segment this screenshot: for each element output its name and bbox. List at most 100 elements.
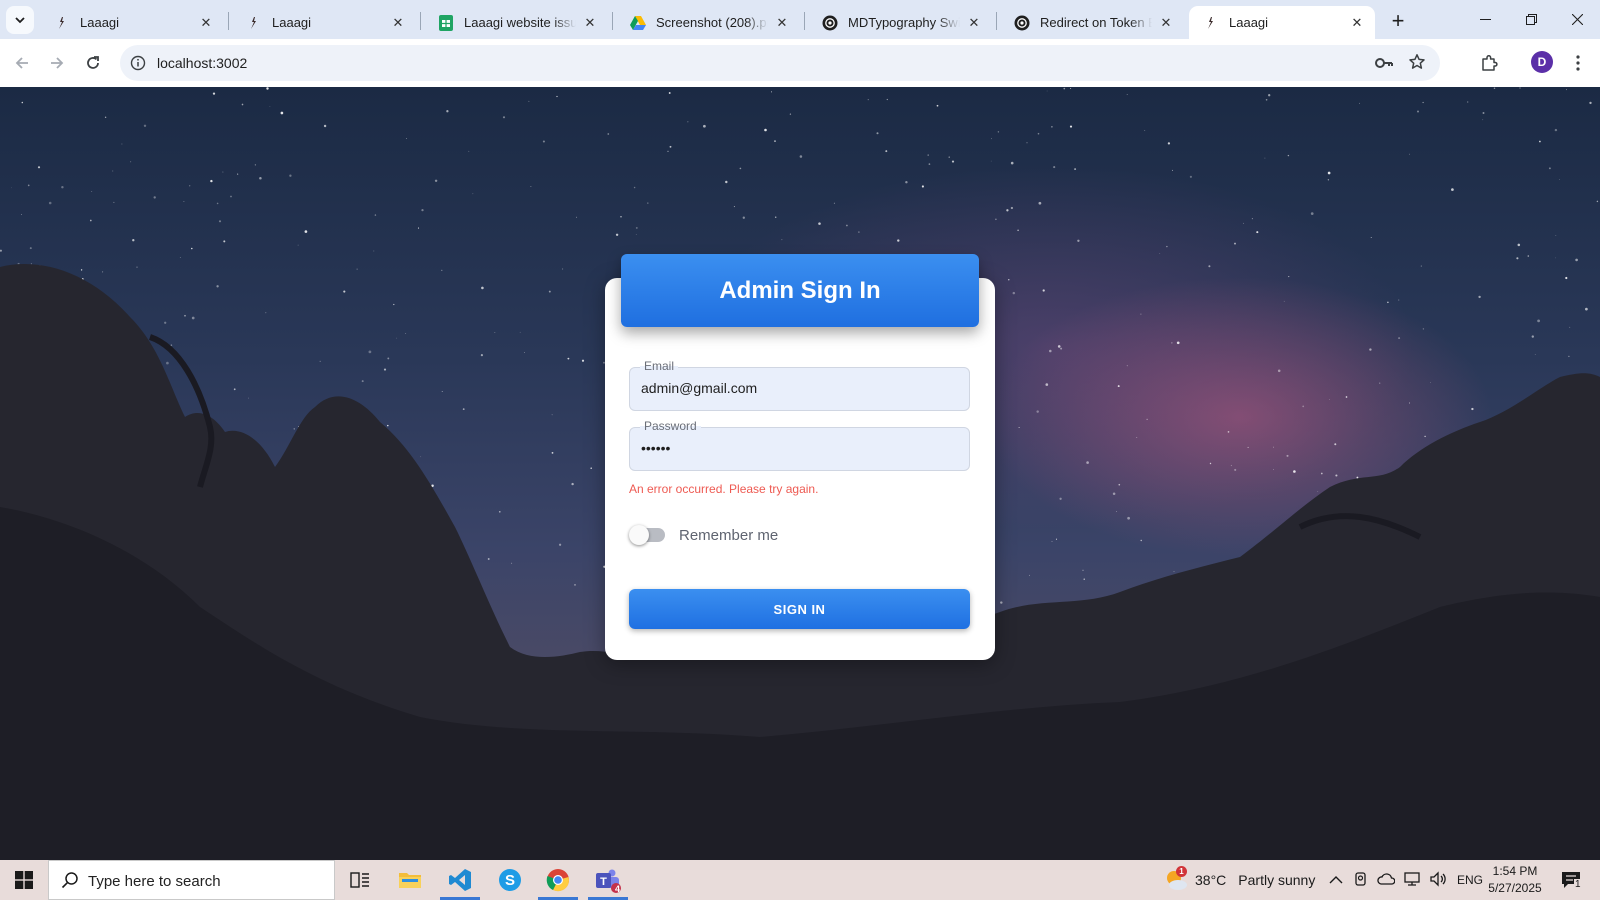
email-field[interactable]: Email: [629, 359, 970, 411]
close-tab-icon[interactable]: ✕: [1349, 15, 1365, 31]
tab-title: Laaagi: [272, 15, 312, 30]
skype-button[interactable]: S: [486, 860, 534, 900]
close-tab-icon[interactable]: ✕: [198, 15, 214, 31]
svg-text:T: T: [600, 876, 607, 888]
file-explorer-icon: [399, 873, 421, 888]
file-explorer-button[interactable]: [386, 860, 434, 900]
laaagi-favicon: [246, 15, 262, 31]
chevron-up-icon[interactable]: [1329, 872, 1343, 888]
site-info-icon[interactable]: [128, 53, 148, 73]
close-tab-icon[interactable]: ✕: [774, 15, 790, 31]
meet-camera-icon[interactable]: [1353, 871, 1369, 890]
tab-laaagi-1[interactable]: Laaagi ✕: [40, 6, 224, 39]
network-icon[interactable]: [1403, 871, 1421, 890]
teams-badge: 4: [615, 884, 621, 894]
close-tab-icon[interactable]: ✕: [1158, 15, 1174, 31]
reload-icon: [87, 56, 99, 69]
close-tab-icon[interactable]: ✕: [966, 15, 982, 31]
remember-me-toggle[interactable]: [629, 525, 665, 545]
sign-in-button[interactable]: SIGN IN: [629, 589, 970, 629]
tab-divider: [996, 12, 997, 30]
tab-chatgpt-1[interactable]: MDTypography Switch ✕: [808, 6, 992, 39]
restore-icon: [1525, 14, 1537, 25]
arrow-right-icon: [51, 57, 64, 69]
puzzle-icon: [1482, 54, 1498, 71]
close-tab-icon[interactable]: ✕: [390, 15, 406, 31]
laaagi-favicon: [54, 15, 70, 31]
close-tab-icon[interactable]: ✕: [582, 15, 598, 31]
task-view-icon: [350, 872, 369, 888]
system-clock[interactable]: 1:54 PM 5/27/2025: [1484, 863, 1546, 897]
browser-toolbar: localhost:3002 D: [0, 39, 1600, 87]
new-tab-button[interactable]: +: [1384, 7, 1412, 35]
arrow-left-icon: [15, 57, 28, 69]
back-button[interactable]: [6, 47, 38, 79]
password-input[interactable]: [641, 440, 956, 456]
taskbar-search[interactable]: Type here to search: [48, 860, 335, 900]
sign-in-title: Admin Sign In: [621, 254, 979, 327]
browser-menu-button[interactable]: [1566, 51, 1590, 75]
notification-center-button[interactable]: 1: [1556, 866, 1586, 894]
tab-title: Laaagi: [1229, 15, 1269, 30]
svg-text:S: S: [505, 872, 515, 889]
tab-divider: [228, 12, 229, 30]
tab-title: Laaagi website issue - G: [464, 15, 576, 30]
address-bar[interactable]: localhost:3002: [120, 45, 1440, 81]
remember-me-label[interactable]: Remember me: [679, 527, 778, 544]
reload-button[interactable]: [77, 47, 109, 79]
weather-widget[interactable]: 1 38°C Partly sunny: [1163, 860, 1315, 900]
tab-chatgpt-2[interactable]: Redirect on Token Expi ✕: [1000, 6, 1184, 39]
google-drive-icon: [630, 15, 646, 31]
bookmark-star-icon[interactable]: [1408, 53, 1426, 76]
search-placeholder: Type here to search: [88, 873, 221, 890]
more-vertical-icon: [1576, 55, 1580, 71]
tab-title: Redirect on Token Expi: [1040, 15, 1152, 30]
clock-time: 1:54 PM: [1492, 864, 1538, 878]
profile-avatar[interactable]: D: [1531, 51, 1553, 73]
password-field[interactable]: Password: [629, 419, 970, 471]
chrome-icon: [546, 869, 569, 892]
forward-button[interactable]: [41, 47, 73, 79]
windows-logo-icon: [15, 871, 33, 889]
chrome-button[interactable]: [534, 860, 582, 900]
error-message: An error occurred. Please try again.: [629, 482, 819, 496]
weather-text: Partly sunny: [1238, 872, 1316, 888]
minimize-button[interactable]: [1462, 0, 1508, 39]
close-window-button[interactable]: [1554, 0, 1600, 39]
restore-button[interactable]: [1508, 0, 1554, 39]
tab-sheets[interactable]: Laaagi website issue - G ✕: [424, 6, 608, 39]
language-indicator[interactable]: ENG: [1457, 873, 1483, 887]
onedrive-cloud-icon[interactable]: [1377, 872, 1396, 888]
vscode-button[interactable]: [436, 860, 484, 900]
tab-divider: [420, 12, 421, 30]
windows-taskbar: Type here to search S T 4 1 38°C Partly …: [0, 860, 1600, 900]
tab-laaagi-2[interactable]: Laaagi ✕: [232, 6, 416, 39]
toggle-knob: [629, 525, 649, 545]
password-key-icon[interactable]: [1374, 54, 1394, 77]
vscode-icon: [449, 869, 471, 891]
login-page: Admin Sign In Email Password An error oc…: [0, 87, 1600, 860]
tab-drive[interactable]: Screenshot (208).png - G ✕: [616, 6, 800, 39]
tab-title: MDTypography Switch: [848, 15, 960, 30]
volume-icon[interactable]: [1429, 870, 1447, 890]
url-text: localhost:3002: [157, 55, 248, 71]
teams-button[interactable]: T 4: [584, 860, 632, 900]
notification-count: 1: [1574, 879, 1582, 890]
tab-divider: [804, 12, 805, 30]
openai-icon: [1014, 15, 1030, 31]
tab-search-button[interactable]: [6, 6, 34, 34]
skype-icon: S: [499, 869, 521, 891]
tab-title: Screenshot (208).png - G: [656, 15, 768, 30]
tab-strip: Laaagi ✕ Laaagi ✕ Laaagi website issue -…: [0, 0, 1600, 39]
tab-divider: [612, 12, 613, 30]
close-icon: [1571, 14, 1583, 25]
plus-icon: +: [1391, 8, 1405, 33]
email-input[interactable]: [641, 380, 956, 396]
minimize-icon: [1479, 19, 1491, 20]
clock-date: 5/27/2025: [1488, 881, 1542, 895]
start-button[interactable]: [0, 860, 48, 900]
task-view-button[interactable]: [336, 860, 384, 900]
tab-laaagi-active[interactable]: Laaagi ✕: [1189, 6, 1375, 39]
laaagi-favicon: [1203, 15, 1219, 31]
extensions-button[interactable]: [1474, 48, 1504, 78]
